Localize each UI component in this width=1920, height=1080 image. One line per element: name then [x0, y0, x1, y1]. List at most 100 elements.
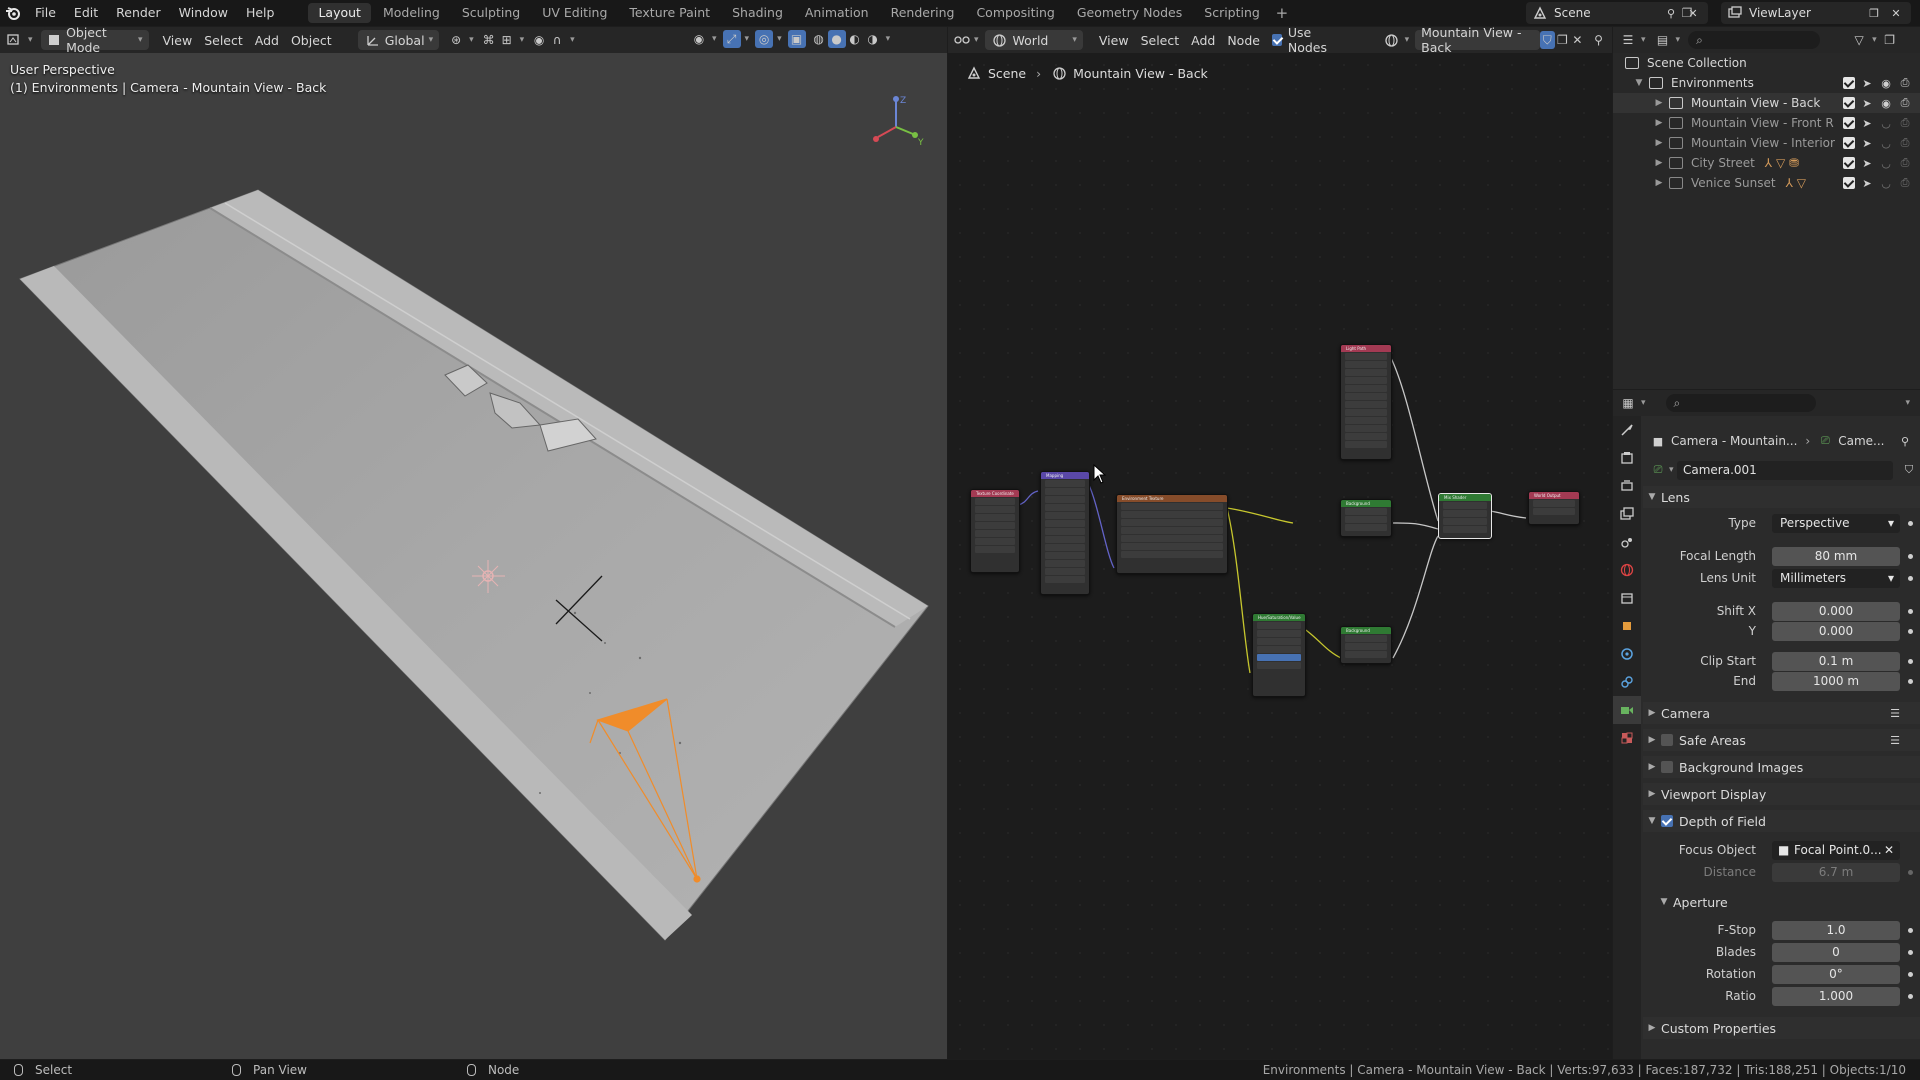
shift-y-field[interactable]: 0.000 [1772, 621, 1900, 641]
shift-x-field[interactable]: 0.000 [1772, 601, 1900, 621]
eye-hidden-icon[interactable]: ◡ [1879, 136, 1893, 150]
custom-properties-panel-header[interactable]: ▶ Custom Properties [1643, 1017, 1920, 1039]
exclude-checkbox[interactable] [1843, 77, 1855, 89]
eye-hidden-icon[interactable]: ◡ [1879, 176, 1893, 190]
pin-icon[interactable]: ⚲ [1664, 6, 1678, 20]
workspace-tab-texture-paint[interactable]: Texture Paint [619, 3, 720, 23]
menu-edit[interactable]: Edit [65, 0, 107, 26]
keyframe-dot-icon[interactable] [1908, 575, 1913, 581]
node-menu-node[interactable]: Node [1221, 30, 1266, 50]
view-layer-tab-icon[interactable] [1613, 500, 1641, 528]
outliner-item[interactable]: ▶ Mountain View - Back ➤ ◉ ⎙ [1613, 93, 1920, 113]
viewport-menu-add[interactable]: Add [249, 30, 285, 50]
workspace-tab-scripting[interactable]: Scripting [1194, 3, 1270, 23]
editor-type-icon[interactable]: ☰ [1619, 31, 1637, 49]
node-menu-select[interactable]: Select [1135, 30, 1186, 50]
mode-selector[interactable]: Object Mode ▾ [40, 27, 149, 55]
workspace-tab-modeling[interactable]: Modeling [373, 3, 450, 23]
node-background[interactable]: Background [1340, 499, 1392, 537]
visibility-icon[interactable]: ◉ [690, 30, 708, 48]
select-arrow-icon[interactable]: ➤ [1860, 76, 1874, 90]
world-tab-icon[interactable] [1613, 556, 1641, 584]
fake-user-shield-icon[interactable]: ⛉ [1539, 31, 1555, 49]
outliner-scene-collection[interactable]: Scene Collection [1613, 53, 1920, 73]
filter-icon[interactable]: ▽ [1850, 31, 1868, 49]
camera-render-icon[interactable]: ⎙ [1898, 136, 1912, 150]
exclude-checkbox[interactable] [1843, 97, 1855, 109]
exclude-checkbox[interactable] [1843, 117, 1855, 129]
clear-icon[interactable]: ✕ [1884, 841, 1894, 860]
keyframe-dot-icon[interactable] [1908, 678, 1913, 684]
shading-wireframe-icon[interactable]: ◍ [810, 30, 828, 48]
viewport-menu-object[interactable]: Object [285, 30, 338, 50]
viewport-menu-select[interactable]: Select [198, 30, 249, 50]
camera-panel-header[interactable]: ▶ Camera ☰ [1643, 702, 1920, 724]
new-view-layer-icon[interactable]: ❐ [1867, 6, 1881, 20]
expand-arrow-icon[interactable]: ▼ [1633, 78, 1645, 88]
safe-areas-panel-header[interactable]: ▶ Safe Areas ☰ [1643, 729, 1920, 751]
outliner[interactable]: ☰ ▾ ▤ ▾ ⌕ ▽ ▾ ❐ Scene Collection ▼ Envir… [1613, 27, 1920, 389]
expand-arrow-icon[interactable]: ▶ [1653, 118, 1665, 128]
lens-type-dropdown[interactable]: Perspective ▾ [1772, 513, 1900, 533]
menu-file[interactable]: File [26, 0, 65, 26]
eye-hidden-icon[interactable]: ◡ [1879, 116, 1893, 130]
keyframe-dot-icon[interactable] [1908, 628, 1913, 634]
constraints-tab-icon[interactable] [1613, 668, 1641, 696]
select-arrow-icon[interactable]: ➤ [1860, 156, 1874, 170]
new-collection-icon[interactable]: ❐ [1881, 31, 1899, 49]
node-environment-texture[interactable]: Environment Texture [1116, 494, 1228, 574]
navigation-gizmo[interactable]: Z Y [873, 96, 924, 148]
proportional-falloff-icon[interactable]: ∩ [548, 31, 566, 49]
3d-viewport[interactable]: ▾ Object Mode ▾ View Select Add Object G… [0, 27, 947, 1059]
rotation-field[interactable]: 0° [1772, 964, 1900, 984]
blades-field[interactable]: 0 [1772, 942, 1900, 962]
depth-of-field-checkbox[interactable] [1661, 815, 1673, 827]
node-background[interactable]: Background [1340, 626, 1392, 664]
expand-arrow-icon[interactable]: ▶ [1653, 178, 1665, 188]
select-arrow-icon[interactable]: ➤ [1860, 116, 1874, 130]
viewport-canvas[interactable]: Z Y User Perspective (1) Environments | … [0, 53, 947, 1059]
ratio-field[interactable]: 1.000 [1772, 986, 1900, 1006]
clip-start-field[interactable]: 0.1 m [1772, 651, 1900, 671]
chevron-down-icon[interactable]: ▾ [1905, 398, 1910, 408]
keyframe-dot-icon[interactable] [1908, 608, 1913, 614]
camera-render-icon[interactable]: ⎙ [1898, 156, 1912, 170]
keyframe-dot-icon[interactable] [1908, 927, 1913, 933]
snap-icon[interactable]: ⌘ [480, 31, 498, 49]
keyframe-dot-icon[interactable] [1908, 869, 1913, 875]
safe-areas-checkbox[interactable] [1661, 734, 1673, 746]
depth-of-field-panel-header[interactable]: ▼ Depth of Field [1643, 810, 1920, 832]
view-layer-selector[interactable]: ViewLayer ❐ ✕ [1721, 2, 1911, 24]
workspace-tab-rendering[interactable]: Rendering [881, 3, 965, 23]
shading-material-icon[interactable]: ◐ [846, 30, 864, 48]
world-name-field[interactable]: Mountain View - Back [1415, 27, 1540, 55]
select-arrow-icon[interactable]: ➤ [1860, 136, 1874, 150]
aperture-panel-header[interactable]: ▼ Aperture [1643, 891, 1920, 913]
fake-user-shield-icon[interactable]: ⛉ [1902, 463, 1916, 477]
add-workspace-button[interactable]: + [1271, 4, 1293, 22]
outliner-search-input[interactable]: ⌕ [1688, 31, 1821, 49]
workspace-tab-layout[interactable]: Layout [308, 3, 371, 23]
output-tab-icon[interactable] [1613, 472, 1641, 500]
select-arrow-icon[interactable]: ➤ [1860, 176, 1874, 190]
object-tab-icon[interactable] [1613, 612, 1641, 640]
display-mode-icon[interactable]: ▤ [1654, 31, 1672, 49]
blender-logo-icon[interactable] [0, 0, 26, 26]
focal-length-field[interactable]: 80 mm [1772, 546, 1900, 566]
camera-data-name-field[interactable]: Camera.001 [1677, 460, 1893, 480]
outliner-item[interactable]: ▶ Mountain View - Front R ➤ ◡ ⎙ [1613, 113, 1920, 133]
shader-node-editor[interactable]: ▾ World ▾ View Select Add Node Use Nodes… [948, 27, 1612, 1059]
eye-hidden-icon[interactable]: ◡ [1879, 156, 1893, 170]
node-menu-view[interactable]: View [1093, 30, 1135, 50]
lens-panel-header[interactable]: ▼ Lens [1643, 486, 1920, 508]
keyframe-dot-icon[interactable] [1908, 658, 1913, 664]
camera-render-icon[interactable]: ⎙ [1898, 96, 1912, 110]
use-nodes-toggle[interactable]: Use Nodes [1266, 27, 1349, 55]
shading-rendered-icon[interactable]: ◑ [864, 30, 882, 48]
distance-field[interactable]: 6.7 m [1772, 862, 1900, 882]
camera-render-icon[interactable]: ⎙ [1898, 76, 1912, 90]
eye-icon[interactable]: ◉ [1879, 76, 1893, 90]
keyframe-dot-icon[interactable] [1908, 949, 1913, 955]
menu-render[interactable]: Render [107, 0, 170, 26]
duplicate-icon[interactable]: ❐ [1555, 31, 1570, 49]
